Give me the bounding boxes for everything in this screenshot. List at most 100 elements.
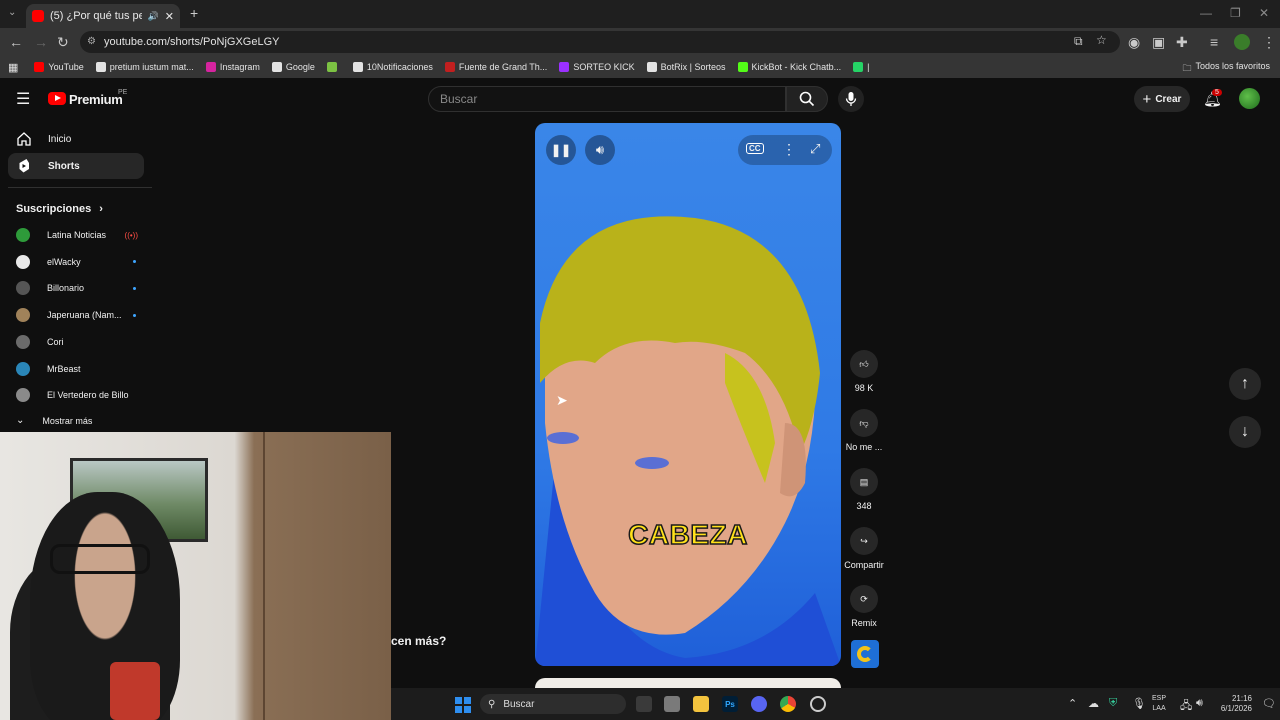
taskbar-search[interactable]: ⚲ Buscar <box>480 694 626 714</box>
fullscreen-icon[interactable]: ⤢ <box>810 141 820 157</box>
site-info-icon[interactable]: ⚙ <box>87 36 96 47</box>
browser-tab[interactable]: (5) ¿Por qué tus pelos del l... 🔊 ✕ <box>26 4 180 28</box>
notification-center-icon[interactable]: 🗨︎ <box>1262 697 1276 710</box>
forward-icon[interactable]: → <box>34 34 48 50</box>
bookmark-item[interactable]: 10Notificaciones <box>352 62 433 72</box>
photoshop-icon[interactable]: Ps <box>722 696 738 712</box>
create-button[interactable]: + Crear <box>1134 86 1190 112</box>
comments-button[interactable]: ▤ 348 <box>842 468 886 511</box>
volume-tray-icon[interactable]: 🔊︎ <box>1196 697 1203 710</box>
all-bookmarks[interactable]: 🗀 Todos los favoritos <box>1182 61 1270 77</box>
extensions-puzzle-icon[interactable]: ✚ <box>1176 34 1188 51</box>
close-window-icon[interactable]: ✕ <box>1259 6 1269 20</box>
extension-icon[interactable]: ◉ <box>1128 34 1140 51</box>
bookmark-item[interactable]: Instagram <box>205 62 260 72</box>
sidebar-item-home[interactable]: Inicio <box>8 126 144 152</box>
app-recording-icon[interactable] <box>810 696 826 712</box>
channel-name: Billonario <box>47 283 85 294</box>
search-input[interactable]: Buscar <box>428 86 786 112</box>
tab-close-icon[interactable]: ✕ <box>165 10 174 23</box>
new-content-dot <box>133 260 136 264</box>
channel-thumbnail[interactable] <box>851 640 879 668</box>
hamburger-menu-icon[interactable]: ☰ <box>16 89 30 109</box>
menu-kebab-icon[interactable]: ⋮ <box>1262 34 1276 51</box>
dislike-button[interactable]: 👎︎ No me ... <box>842 409 886 452</box>
player-controls-right: CC ⋮ ⤢ <box>738 135 832 165</box>
tray-shield-icon[interactable]: ⛨ <box>1109 697 1117 710</box>
voice-search-button[interactable] <box>838 86 864 112</box>
bookmark-item[interactable]: | <box>853 62 869 72</box>
sidebar-subscription-item[interactable]: Cori <box>16 331 136 353</box>
apps-grid-icon[interactable]: ▦ <box>8 61 18 74</box>
sidebar-subscription-item[interactable]: Billonario <box>16 277 136 299</box>
video-title-fragment: cen más? <box>391 634 447 648</box>
remix-button[interactable]: ⟳ Remix <box>842 585 886 628</box>
sidebar-subscription-item[interactable]: El Vertedero de Billo <box>16 384 136 406</box>
more-options-icon[interactable]: ⋮ <box>782 141 796 158</box>
sidebar-item-shorts[interactable]: Shorts <box>8 153 144 179</box>
next-short-button[interactable]: ↓ <box>1229 416 1261 448</box>
show-more-button[interactable]: ⌄ Mostrar más <box>16 415 92 426</box>
channel-avatar <box>16 334 30 349</box>
tray-cloud-icon[interactable]: ☁ <box>1088 697 1099 710</box>
back-icon[interactable]: ← <box>9 34 23 50</box>
show-more-label: Mostrar más <box>42 415 93 426</box>
volume-button[interactable]: 🔊︎ <box>585 135 615 165</box>
bookmark-label: Instagram <box>219 62 260 72</box>
tab-search-icon[interactable]: ⌄ <box>8 7 16 18</box>
shorts-video-player[interactable]: ❚❚ 🔊︎ CC ⋮ ⤢ CABEZA <box>535 123 841 666</box>
input-language[interactable]: ESP LAA <box>1152 694 1166 714</box>
captions-icon[interactable]: CC <box>746 143 764 154</box>
chrome-icon[interactable] <box>780 696 796 712</box>
reload-icon[interactable]: ↻ <box>57 34 69 51</box>
sidebar-subscription-item[interactable]: elWacky <box>16 251 136 273</box>
previous-short-button[interactable]: ↑ <box>1229 368 1261 400</box>
pause-button[interactable]: ❚❚ <box>546 135 576 165</box>
address-bar[interactable]: ⚙ youtube.com/shorts/PoNjGXGeLGY ⧉ ☆ <box>80 31 1120 53</box>
sidebar-subscription-item[interactable]: Japeruana (Nam... <box>16 304 136 326</box>
like-count: 98 K <box>854 383 874 393</box>
bookmark-item[interactable]: Fuente de Grand Th... <box>444 62 547 72</box>
app-icon[interactable] <box>664 696 680 712</box>
tab-search2-icon[interactable]: ≡ <box>1210 34 1218 50</box>
install-icon[interactable]: ⧉ <box>1074 34 1083 49</box>
new-tab-button[interactable]: + <box>190 5 198 21</box>
file-explorer-icon[interactable] <box>693 696 709 712</box>
task-view-icon[interactable] <box>636 696 652 712</box>
bookmark-item[interactable] <box>326 62 341 72</box>
extension2-icon[interactable]: ▣ <box>1152 34 1165 51</box>
youtube-logo-icon[interactable] <box>48 92 66 105</box>
subscriptions-header[interactable]: Suscripciones › <box>16 203 103 215</box>
thumbs-down-icon: 👎︎ <box>850 409 878 437</box>
bookmark-item[interactable]: pretium iustum mat... <box>95 62 194 72</box>
glasses <box>50 544 150 574</box>
sidebar-subscription-item[interactable]: MrBeast <box>16 358 136 380</box>
windows-start-icon[interactable] <box>455 697 471 713</box>
volume-icon: 🔊︎ <box>595 142 605 157</box>
logo-text[interactable]: Premium <box>69 92 123 107</box>
youtube-favicon-icon <box>32 10 44 22</box>
discord-icon[interactable] <box>751 696 767 712</box>
comment-icon: ▤ <box>850 468 878 496</box>
tray-chevron-up-icon[interactable]: ⌃ <box>1068 697 1077 710</box>
minimize-icon[interactable]: — <box>1200 6 1212 20</box>
tray-mic-icon[interactable]: 🎙︎ <box>1132 697 1146 710</box>
bookmark-item[interactable]: SORTEO KICK <box>559 62 635 72</box>
profile-avatar[interactable] <box>1234 34 1250 50</box>
search-button[interactable] <box>786 86 828 112</box>
channel-name: elWacky <box>47 256 81 267</box>
share-button[interactable]: ↪ Compartir <box>842 527 886 570</box>
bookmark-item[interactable]: YouTube <box>34 62 84 72</box>
maximize-icon[interactable]: ❐ <box>1230 6 1241 20</box>
account-avatar[interactable] <box>1239 88 1260 109</box>
clock[interactable]: 21:16 6/1/2026 <box>1216 694 1252 714</box>
thumbs-up-icon: 👍︎ <box>850 350 878 378</box>
bookmark-item[interactable]: KickBot - Kick Chatb... <box>737 62 841 72</box>
sidebar-subscription-item[interactable]: Latina Noticias ((•)) <box>16 224 138 246</box>
like-button[interactable]: 👍︎ 98 K <box>842 350 886 393</box>
bookmark-item[interactable]: Google <box>271 62 315 72</box>
bookmark-item[interactable]: BotRix | Sorteos <box>646 62 726 72</box>
bookmark-star-icon[interactable]: ☆ <box>1096 33 1107 47</box>
next-short-preview[interactable] <box>535 678 841 688</box>
network-icon[interactable]: 🖧︎ <box>1180 697 1192 716</box>
